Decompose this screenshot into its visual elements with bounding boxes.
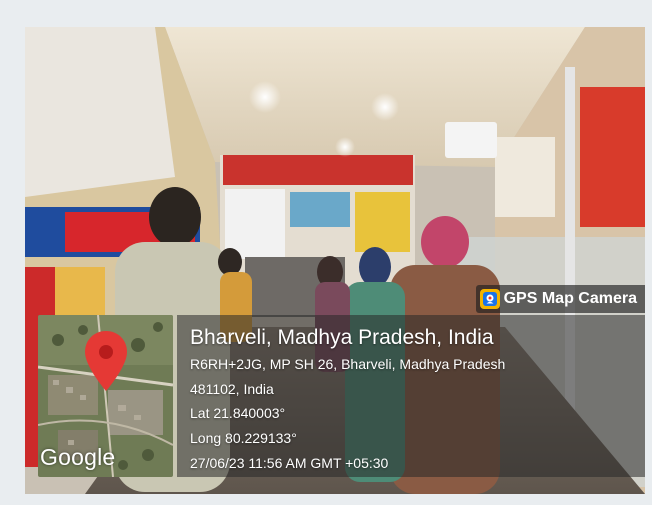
photo: GPS Map Camera Google [25, 27, 645, 494]
map-thumbnail: Google [38, 315, 173, 477]
location-title: Bharveli, Madhya Pradesh, India [190, 326, 494, 349]
address-line-2: 481102, India [190, 381, 274, 397]
app-badge: GPS Map Camera [475, 285, 645, 313]
timestamp: 27/06/23 11:56 AM GMT +05:30 [190, 455, 389, 471]
map-pin-icon [85, 331, 127, 391]
app-badge-label: GPS Map Camera [503, 290, 637, 307]
longitude-readout: Long 80.229133° [190, 430, 297, 446]
address-line-1: R6RH+2JG, MP SH 26, Bharveli, Madhya Pra… [190, 356, 506, 372]
latitude-readout: Lat 21.840003° [190, 405, 286, 421]
gps-map-camera-icon [479, 289, 500, 309]
map-attribution: Google [40, 444, 116, 470]
